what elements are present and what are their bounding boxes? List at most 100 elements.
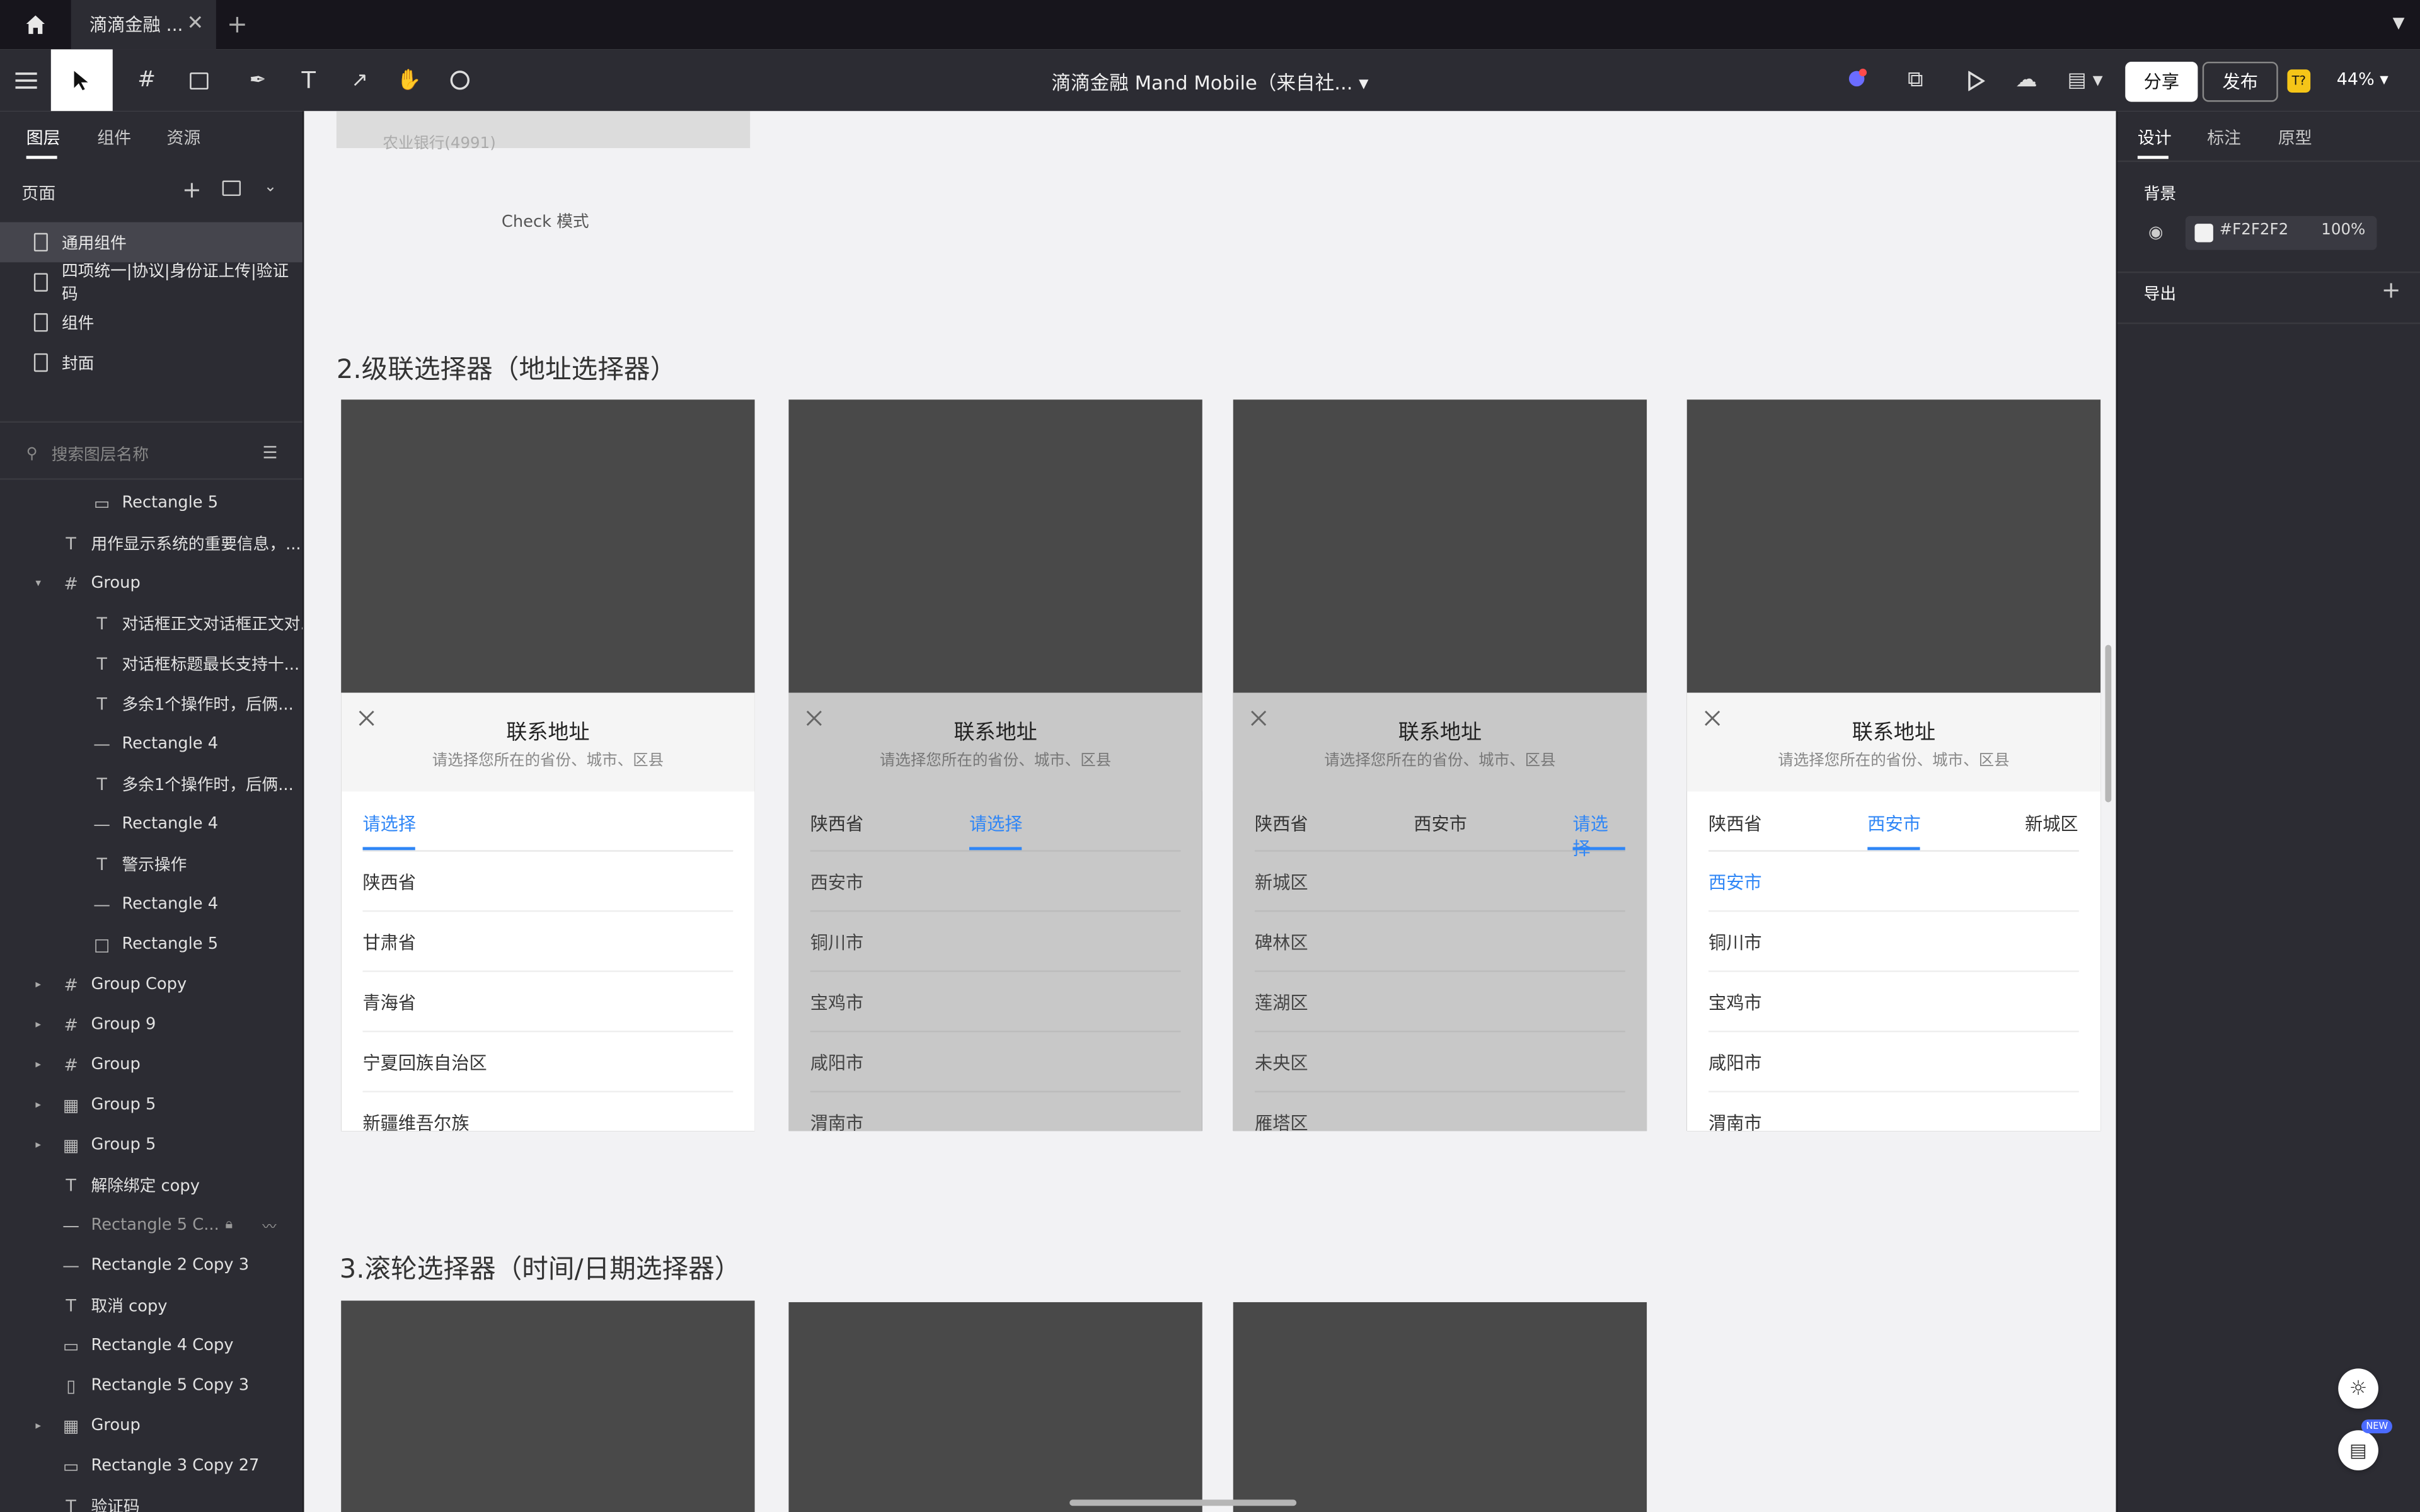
tab-design[interactable]: 设计 [2138,125,2172,149]
share-button[interactable]: 分享 [2125,61,2198,102]
wheel-picker-frame[interactable] [788,1302,1202,1512]
vertical-scrollbar[interactable] [2105,644,2112,803]
region-option[interactable]: 甘肃省 [362,912,734,972]
layer-row[interactable]: ▯ Rectangle 5 Copy 3 [0,1365,302,1406]
layer-row[interactable]: — Rectangle 2 Copy 3 [0,1245,302,1285]
region-option[interactable]: 西安市 [1708,852,2079,912]
region-option[interactable]: 未央区 [1255,1032,1625,1092]
layer-row[interactable]: ▸ # Group Copy [0,965,302,1005]
region-option[interactable]: 铜川市 [1708,912,2079,972]
filter-icon[interactable]: ☰ [262,443,277,463]
pen-tool-button[interactable]: ✒ [234,49,280,111]
new-tab-button[interactable]: + [227,9,248,39]
frame-tool-button[interactable]: # [124,49,170,111]
layout-button[interactable]: ▤ ▾ [2059,49,2111,111]
layer-row[interactable]: T 对话框正文对话框正文对... [0,604,302,644]
preview-button[interactable] [1952,49,1998,111]
layer-row[interactable]: — Rectangle 4 [0,884,302,924]
layer-row[interactable]: ▭ Rectangle 5 [0,483,302,524]
layer-row[interactable]: ▸ ▦ Group 5 [0,1125,302,1165]
region-option[interactable]: 宝鸡市 [1708,972,2079,1033]
eye-icon[interactable]: ◉ [2148,222,2164,243]
layer-row[interactable]: T 多余1个操作时，后俩... [0,684,302,724]
layer-row[interactable]: ▸ # Group 9 [0,1004,302,1045]
wheel-picker-frame[interactable] [341,1300,755,1512]
zoom-level[interactable]: 44% ▾ [2337,69,2388,89]
layer-row[interactable]: T 取消 copy [0,1285,302,1326]
document-tab[interactable]: 滴滴金融 ... ✕ [71,0,216,50]
comment-tool-button[interactable] [437,49,483,111]
layer-row[interactable]: T 验证码 [0,1486,302,1512]
close-tab-icon[interactable]: ✕ [187,13,204,36]
expand-arrow-icon[interactable]: ▸ [35,1018,41,1031]
path-tool-button[interactable]: ↗ [337,49,383,111]
region-option[interactable]: 陕西省 [362,852,734,912]
tab-annotate[interactable]: 标注 [2207,125,2241,149]
collapse-pages-icon[interactable]: ⌄ [264,179,277,196]
horizontal-scrollbar[interactable] [1069,1499,1297,1506]
trial-badge[interactable]: T? [2287,69,2311,93]
color-opacity[interactable]: 100% [2321,222,2365,239]
cascade-picker-frame[interactable]: 联系地址 请选择您所在的省份、城市、区县 请选择 陕西省 甘肃省 青海省 宁夏回族自治区 新疆… [341,399,755,1131]
region-option[interactable]: 渭南市 [810,1092,1181,1131]
layer-row[interactable]: ▭ Rectangle 4 Copy [0,1326,302,1366]
region-tab[interactable]: 陕西省 [810,811,863,836]
menu-button[interactable] [3,49,49,111]
cascade-picker-frame[interactable]: 联系地址 请选择您所在的省份、城市、区县 陕西省 西安市 请选择 新城区 碑林区 莲湖区 未央区… [1233,399,1647,1131]
region-tab[interactable]: 请选择 [363,811,416,836]
ai-assistant-button[interactable] [1833,49,1879,111]
home-button[interactable] [0,0,71,49]
page-item[interactable]: 通用组件 [0,222,303,263]
expand-arrow-icon[interactable]: ▸ [35,1099,41,1111]
region-option[interactable]: 青海省 [362,972,734,1033]
layer-row[interactable]: T 解除绑定 copy [0,1165,302,1205]
expand-arrow-icon[interactable]: ▸ [35,978,41,991]
layer-row[interactable]: — Rectangle 4 [0,804,302,844]
lock-icon[interactable]: 🔒︎ [226,1217,233,1232]
upload-button[interactable]: ☁ [2003,49,2049,111]
layer-row[interactable]: — Rectangle 5 C... 🔒︎ 〰 [0,1205,302,1246]
region-option[interactable]: 宝鸡市 [810,972,1181,1033]
tab-menu-chevron-icon[interactable]: ▼ [2393,15,2405,32]
publish-button[interactable]: 发布 [2202,61,2278,102]
expand-arrow-icon[interactable]: ▸ [35,1138,41,1151]
region-tab[interactable]: 陕西省 [1708,811,1761,836]
layer-row[interactable]: □ Rectangle 5 [0,924,302,965]
region-option[interactable]: 咸阳市 [1708,1032,2079,1092]
color-hex[interactable]: #F2F2F2 [2220,222,2289,239]
page-item[interactable]: 四项统一|协议|身份证上传|验证码 [0,262,302,304]
region-option[interactable]: 莲湖区 [1255,972,1625,1033]
layer-row[interactable]: ▸ # Group [0,1045,302,1085]
page-item[interactable]: 封面 [0,343,302,383]
text-tool-button[interactable]: T [285,49,331,111]
expand-arrow-icon[interactable]: ▸ [35,1058,41,1071]
search-input[interactable]: 搜索图层名称 [52,442,149,466]
move-tool-button[interactable] [50,49,113,112]
add-export-icon[interactable]: + [2382,276,2401,304]
cascade-picker-frame[interactable]: 联系地址 请选择您所在的省份、城市、区县 陕西省 西安市 新城区 西安市 铜川市 宝鸡市 咸阳市… [1686,399,2101,1131]
hidden-eye-icon[interactable]: 〰 [262,1215,276,1235]
tab-prototype[interactable]: 原型 [2278,125,2312,149]
color-swatch[interactable] [2194,224,2213,243]
cascade-picker-frame[interactable]: 联系地址 请选择您所在的省份、城市、区县 陕西省 请选择 西安市 铜川市 宝鸡市 咸阳市 渭南市 [788,399,1202,1131]
layer-row[interactable]: T 警示操作 [0,844,302,885]
notes-button[interactable]: ▤ [2338,1430,2378,1470]
region-option[interactable]: 渭南市 [1708,1092,2079,1131]
layer-row[interactable]: ▭ Rectangle 3 Copy 27 [0,1446,302,1486]
region-option[interactable]: 咸阳市 [810,1032,1181,1092]
region-tab[interactable]: 陕西省 [1255,811,1308,836]
layer-row[interactable]: T 对话框标题最长支持十... [0,643,302,684]
region-option[interactable]: 新城区 [1255,852,1625,912]
region-option[interactable]: 雁塔区 [1255,1092,1625,1131]
shape-tool-button[interactable] [176,49,222,111]
region-option[interactable]: 铜川市 [810,912,1181,972]
folder-icon[interactable] [222,180,241,197]
layer-row[interactable]: T 用作显示系统的重要信息，... [0,523,302,563]
layer-row[interactable]: ▸ ▦ Group [0,1406,302,1446]
region-option[interactable]: 碑林区 [1255,912,1625,972]
layer-row[interactable]: T 多余1个操作时，后俩... [0,764,302,804]
plugins-button[interactable]: ⧉ [1892,49,1938,111]
hand-tool-button[interactable]: ✋ [386,49,432,111]
tab-assets[interactable]: 资源 [166,125,200,149]
design-canvas[interactable]: 农业银行(4991) Check 模式 2.级联选择器（地址选择器） 联系地址请… [304,111,2116,1512]
